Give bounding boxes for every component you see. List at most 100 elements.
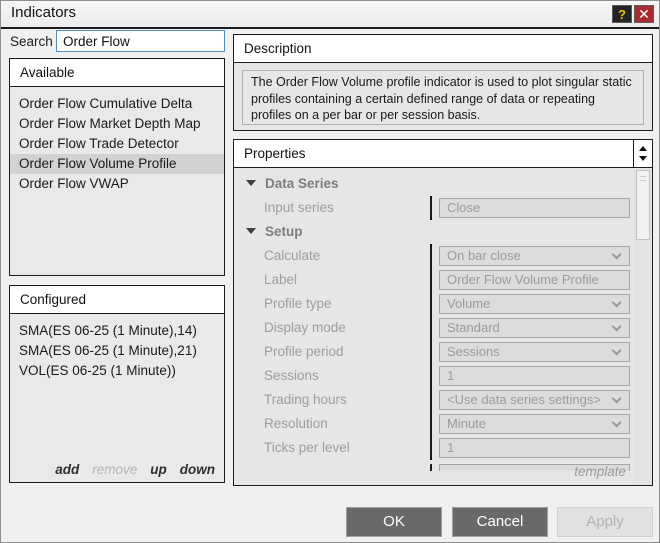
- ticks-per-level-field[interactable]: 1: [439, 438, 630, 458]
- chevron-down-icon: [612, 322, 622, 332]
- property-label: Sessions: [264, 364, 319, 388]
- grid-splitter: [430, 364, 432, 388]
- available-item-order-flow-market-depth-map[interactable]: Order Flow Market Depth Map: [10, 114, 224, 134]
- remove-link[interactable]: remove: [92, 462, 137, 477]
- grid-splitter: [430, 412, 432, 436]
- property-label: Input series: [264, 196, 334, 220]
- properties-body: Data Series Input series Close Setup Calcula…: [234, 168, 652, 485]
- field-value: 1: [447, 368, 454, 383]
- field-value: Standard: [447, 320, 500, 335]
- grid-splitter: [430, 268, 432, 292]
- property-label: Profile type: [264, 292, 332, 316]
- field-value: <Use data series settings>: [447, 392, 601, 407]
- configured-panel: Configured SMA(ES 06-25 (1 Minute),14)SM…: [9, 285, 225, 483]
- property-label: Profile period: [264, 340, 344, 364]
- search-label: Search: [10, 34, 53, 49]
- field-value: 1: [447, 440, 454, 455]
- grid-splitter: [430, 316, 432, 340]
- property-row-data-series[interactable]: Data Series: [234, 172, 634, 196]
- field-value: On bar close: [447, 248, 521, 263]
- title-bar: Indicators ? ✕: [1, 1, 659, 29]
- search-input[interactable]: [56, 30, 225, 52]
- property-row-profile-type: Profile type Volume: [234, 292, 634, 316]
- template-link[interactable]: template: [574, 464, 626, 479]
- grid-splitter: [430, 388, 432, 412]
- field-value: Volume: [447, 296, 490, 311]
- chevron-down-icon: [612, 346, 622, 356]
- field-value: Close: [447, 200, 480, 215]
- property-row-resolution: Resolution Minute: [234, 412, 634, 436]
- grid-splitter: [430, 292, 432, 316]
- sessions-field[interactable]: 1: [439, 366, 630, 386]
- property-row-trading-hours: Trading hours <Use data series settings>: [234, 388, 634, 412]
- chevron-down-icon: [612, 394, 622, 404]
- input-series-field[interactable]: Close: [439, 198, 630, 218]
- available-item-order-flow-trade-detector[interactable]: Order Flow Trade Detector: [10, 134, 224, 154]
- chevron-down-icon: [612, 418, 622, 428]
- profile-period-field[interactable]: Sessions: [439, 342, 630, 362]
- help-icon: ?: [618, 7, 626, 22]
- scroll-up-icon[interactable]: [639, 146, 647, 151]
- cancel-button[interactable]: Cancel: [452, 507, 548, 537]
- window-title: Indicators: [11, 4, 76, 21]
- field-value: Order Flow Volume Profile: [447, 272, 599, 287]
- description-header: Description: [234, 35, 652, 63]
- up-link[interactable]: up: [150, 462, 167, 477]
- property-row-input-series: Input series Close: [234, 196, 634, 220]
- category-label: Setup: [265, 224, 303, 239]
- property-grid: Data Series Input series Close Setup Calcula…: [234, 172, 634, 460]
- apply-button[interactable]: Apply: [557, 507, 653, 537]
- property-row-profile-period: Profile period Sessions: [234, 340, 634, 364]
- close-icon: ✕: [638, 6, 650, 22]
- configured-list[interactable]: SMA(ES 06-25 (1 Minute),14)SMA(ES 06-25 …: [10, 314, 224, 482]
- configured-item[interactable]: SMA(ES 06-25 (1 Minute),14): [10, 321, 224, 341]
- close-button[interactable]: ✕: [634, 5, 654, 23]
- property-label: Resolution: [264, 412, 328, 436]
- scroll-arrows: [633, 140, 652, 167]
- grid-splitter: [430, 196, 432, 220]
- property-label: Trading hours: [264, 388, 347, 412]
- property-row-ticks-per-level: Ticks per level1: [234, 436, 634, 460]
- help-button[interactable]: ?: [612, 5, 632, 23]
- calculate-field[interactable]: On bar close: [439, 246, 630, 266]
- available-list[interactable]: Order Flow Cumulative DeltaOrder Flow Ma…: [10, 87, 224, 275]
- scroll-down-icon[interactable]: [639, 156, 647, 161]
- clipped-splitter: [430, 464, 432, 471]
- properties-panel: Properties Data SeriesInput seriesCloseS…: [233, 139, 653, 486]
- available-header: Available: [10, 59, 224, 87]
- scrollbar-thumb[interactable]: [636, 170, 650, 240]
- configured-item[interactable]: SMA(ES 06-25 (1 Minute),21): [10, 341, 224, 361]
- properties-scrollbar[interactable]: [634, 168, 652, 485]
- chevron-down-icon: [612, 250, 622, 260]
- grid-splitter: [430, 244, 432, 268]
- grid-splitter: [430, 436, 432, 460]
- property-label: Display mode: [264, 316, 346, 340]
- ok-button[interactable]: OK: [346, 507, 442, 537]
- property-row-setup[interactable]: Setup: [234, 220, 634, 244]
- down-link[interactable]: down: [180, 462, 215, 477]
- indicators-dialog: Indicators ? ✕ Search Available Order Fl…: [0, 0, 660, 543]
- configured-actions: add remove updown: [42, 462, 215, 477]
- property-row-calculate: Calculate On bar close: [234, 244, 634, 268]
- grid-splitter: [430, 340, 432, 364]
- profile-type-field[interactable]: Volume: [439, 294, 630, 314]
- resolution-field[interactable]: Minute: [439, 414, 630, 434]
- available-item-order-flow-vwap[interactable]: Order Flow VWAP: [10, 174, 224, 194]
- property-row-display-mode: Display mode Standard: [234, 316, 634, 340]
- description-text: The Order Flow Volume profile indicator …: [242, 70, 644, 125]
- field-value: Sessions: [447, 344, 500, 359]
- property-row-sessions: Sessions 1: [234, 364, 634, 388]
- property-row-label: LabelOrder Flow Volume Profile: [234, 268, 634, 292]
- display-mode-field[interactable]: Standard: [439, 318, 630, 338]
- trading-hours-field[interactable]: <Use data series settings>: [439, 390, 630, 410]
- label-field[interactable]: Order Flow Volume Profile: [439, 270, 630, 290]
- configured-item[interactable]: VOL(ES 06-25 (1 Minute)): [10, 361, 224, 381]
- property-label: Calculate: [264, 244, 320, 268]
- available-item-order-flow-volume-profile[interactable]: Order Flow Volume Profile: [10, 154, 224, 174]
- category-label: Data Series: [265, 176, 339, 191]
- configured-header: Configured: [10, 286, 224, 314]
- add-link[interactable]: add: [55, 462, 79, 477]
- collapse-triangle-icon: [246, 180, 256, 186]
- field-value: Minute: [447, 416, 486, 431]
- available-item-order-flow-cumulative-delta[interactable]: Order Flow Cumulative Delta: [10, 94, 224, 114]
